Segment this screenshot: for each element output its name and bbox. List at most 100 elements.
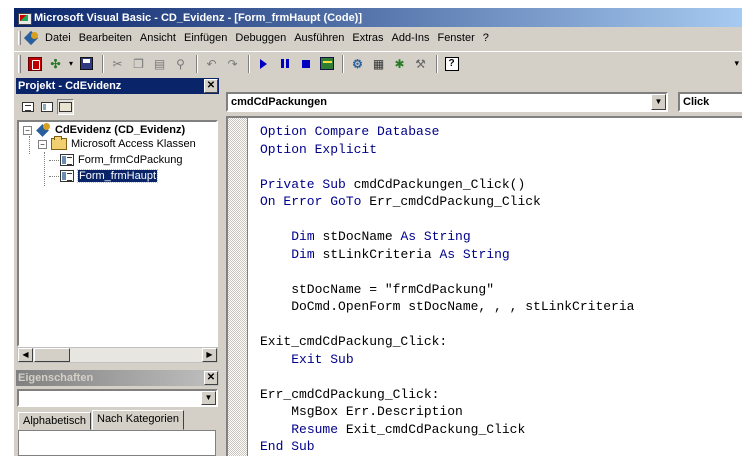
collapse-project-icon[interactable]: − [23, 125, 32, 135]
menu-bar: Datei Bearbeiten Ansicht Einfügen Debugg… [14, 29, 742, 47]
menu-datei[interactable]: Datei [45, 32, 71, 44]
procedure-combo[interactable]: Click [678, 92, 742, 112]
redo-button[interactable]: ↷ [223, 54, 242, 73]
code-line[interactable]: Dim stDocName As String [260, 228, 634, 246]
code-token: cmdCdPackungen_Click() [353, 176, 526, 192]
scroll-thumb[interactable] [34, 348, 70, 362]
project-tree-hscrollbar[interactable]: ◀ ▶ [17, 347, 218, 363]
tab-nach-kategorien[interactable]: Nach Kategorien [92, 410, 184, 430]
menu-extras[interactable]: Extras [352, 32, 383, 44]
code-line[interactable]: MsgBox Err.Description [260, 403, 634, 421]
code-line[interactable]: stDocName = "frmCdPackung" [260, 281, 634, 299]
code-keyword: End Sub [260, 439, 315, 454]
scroll-left-icon[interactable]: ◀ [18, 348, 33, 362]
code-line[interactable]: Exit Sub [260, 351, 634, 369]
run-button[interactable] [254, 54, 273, 73]
reset-button[interactable] [296, 54, 315, 73]
menu-help[interactable]: ? [483, 32, 489, 44]
menu-fenster[interactable]: Fenster [437, 32, 474, 44]
paste-button[interactable]: ▤ [150, 54, 169, 73]
vba-menu-icon[interactable] [25, 31, 41, 45]
menu-grip[interactable] [18, 31, 21, 45]
menu-einfuegen[interactable]: Einfügen [184, 32, 227, 44]
tab-alphabetisch[interactable]: Alphabetisch [18, 412, 91, 430]
properties-grid [18, 430, 216, 456]
find-button[interactable]: ⚲ [171, 54, 190, 73]
code-text[interactable]: Option Compare Database Option Explicit P… [260, 123, 634, 456]
properties-icon: ▦ [372, 56, 385, 71]
tree-label-folder[interactable]: Microsoft Access Klassen [71, 138, 196, 150]
toolbox-button[interactable]: ⚒ [411, 54, 430, 73]
code-line[interactable] [260, 158, 634, 176]
close-properties-pane-button[interactable]: ✕ [204, 371, 218, 385]
code-line[interactable]: Option Compare Database [260, 123, 634, 141]
project-pane-title-text: Projekt - CdEvidenz [18, 80, 122, 92]
menu-debuggen[interactable]: Debuggen [235, 32, 286, 44]
properties-object-combo[interactable]: ▼ [17, 389, 218, 407]
object-combo[interactable]: cmdCdPackungen ▼ [226, 92, 668, 112]
tree-node-folder[interactable]: − Microsoft Access Klassen [38, 136, 196, 152]
code-line[interactable] [260, 368, 634, 386]
code-token: stDocName = "frmCdPackung" [260, 281, 495, 297]
project-explorer-icon: ⚙ [352, 56, 363, 71]
code-token: DoCmd.OpenForm stDocName, , , stLinkCrit… [260, 299, 635, 314]
copy-button[interactable]: ❐ [129, 54, 148, 73]
code-line[interactable]: On Error GoTo Err_cmdCdPackung_Click [260, 193, 634, 211]
toggle-folders-button[interactable] [57, 99, 74, 115]
code-line[interactable]: Private Sub cmdCdPackungen_Click() [260, 176, 634, 194]
insert-module-button[interactable]: ✣ [46, 54, 65, 73]
code-line[interactable]: Err_cmdCdPackung_Click: [260, 386, 634, 404]
insert-dropdown-button[interactable]: ▾ [67, 54, 75, 73]
help-button[interactable]: ? [442, 54, 461, 73]
view-object-button[interactable] [38, 99, 55, 115]
view-access-button[interactable] [25, 54, 44, 73]
code-line[interactable]: Resume Exit_cmdCdPackung_Click [260, 421, 634, 439]
title-bar: Microsoft Visual Basic - CD_Evidenz - [F… [14, 8, 742, 27]
save-button[interactable] [77, 54, 96, 73]
menu-ansicht[interactable]: Ansicht [140, 32, 176, 44]
undo-button[interactable]: ↶ [202, 54, 221, 73]
view-object-icon [40, 102, 53, 112]
tree-node-form-frmcdpackung[interactable]: Form_frmCdPackung [60, 152, 183, 168]
toolbar-grip[interactable] [18, 54, 21, 73]
code-editor[interactable]: Option Compare Database Option Explicit P… [226, 116, 742, 456]
design-mode-button[interactable] [317, 54, 336, 73]
code-line[interactable] [260, 316, 634, 334]
code-line[interactable]: Exit_cmdCdPackung_Click: [260, 333, 634, 351]
code-line[interactable]: End Sub [260, 438, 634, 456]
collapse-folder-icon[interactable]: − [38, 139, 47, 149]
copy-icon: ❐ [133, 56, 144, 71]
code-keyword: Dim [291, 229, 323, 244]
scroll-right-icon[interactable]: ▶ [202, 348, 217, 362]
chevron-down-icon[interactable]: ▼ [651, 94, 666, 110]
tree-label-project[interactable]: CdEvidenz (CD_Evidenz) [55, 124, 185, 136]
object-browser-button[interactable]: ✱ [390, 54, 409, 73]
menu-bearbeiten[interactable]: Bearbeiten [79, 32, 132, 44]
menu-add-ins[interactable]: Add-Ins [392, 32, 430, 44]
chevron-down-icon[interactable]: ▼ [201, 391, 216, 405]
tree-label-form-frmhaupt[interactable]: Form_frmHaupt [76, 169, 159, 183]
code-keyword: As String [439, 246, 510, 262]
view-code-button[interactable] [19, 99, 36, 115]
tree-label-form-frmcdpackung[interactable]: Form_frmCdPackung [78, 154, 183, 166]
code-window: cmdCdPackungen ▼ Click Option Compare Da… [222, 78, 742, 456]
code-line[interactable]: Option Explicit [260, 141, 634, 159]
toolbar-overflow-icon[interactable]: ▾ [734, 58, 739, 69]
properties-pane-title-text: Eigenschaften [18, 372, 94, 384]
break-button[interactable] [275, 54, 294, 73]
code-token: stLinkCriteria [322, 246, 440, 262]
vba-editor-window: Microsoft Visual Basic - CD_Evidenz - [F… [14, 8, 742, 456]
vba-project-icon [36, 123, 51, 137]
close-project-pane-button[interactable]: ✕ [204, 79, 218, 93]
tree-node-form-frmhaupt[interactable]: Form_frmHaupt [60, 168, 159, 184]
code-line[interactable]: DoCmd.OpenForm stDocName, , , stLinkCrit… [260, 298, 634, 316]
properties-button[interactable]: ▦ [369, 54, 388, 73]
project-explorer-button[interactable]: ⚙ [348, 54, 367, 73]
code-line[interactable] [260, 211, 634, 229]
code-line[interactable]: Dim stLinkCriteria As String [260, 246, 634, 264]
code-margin-indicator-bar[interactable] [228, 118, 248, 456]
code-line[interactable] [260, 263, 634, 281]
menu-ausfuehren[interactable]: Ausführen [294, 32, 344, 44]
cut-button[interactable]: ✂ [108, 54, 127, 73]
